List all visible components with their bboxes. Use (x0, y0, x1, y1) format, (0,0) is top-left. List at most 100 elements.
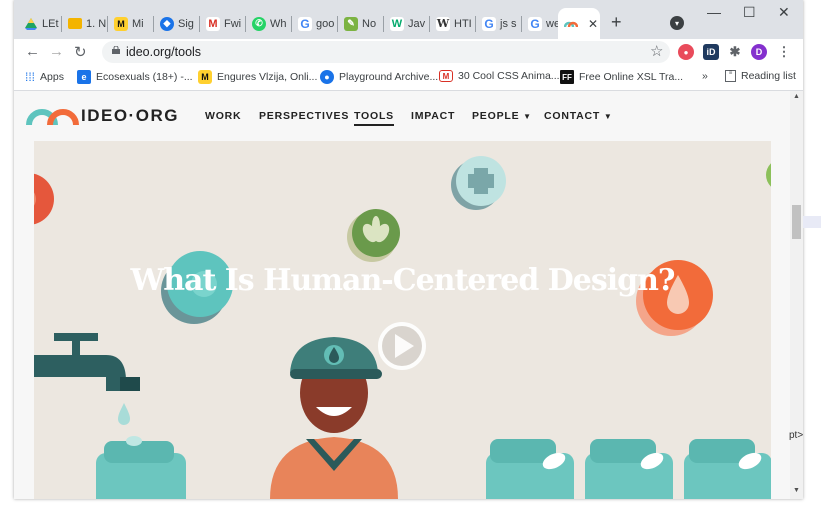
bookmark-4-label: Free Online XSL Tra... (579, 71, 684, 83)
water-jerrycan-left (96, 436, 186, 499)
decor-circle-green (766, 163, 771, 187)
bookmark-1-label: Engures Vlzija, Onli... (217, 71, 318, 83)
tab-0[interactable]: LEt (18, 8, 62, 39)
e-icon: e (77, 70, 91, 84)
tab-search-icon[interactable]: ▾ (670, 16, 684, 30)
hero-illustration (34, 156, 771, 499)
tab-2[interactable]: M Mi (108, 8, 154, 39)
gmail-icon: M (206, 16, 220, 31)
tab-6[interactable]: G goo (292, 8, 338, 39)
nav-contact-label: CONTACT (544, 110, 601, 122)
extension-id-icon[interactable]: iD (703, 44, 719, 60)
signin-icon: ◆ (160, 16, 174, 31)
google-icon: G (298, 16, 312, 31)
tab-10[interactable]: G js s (476, 8, 522, 39)
close-window-icon[interactable]: ✕ (778, 4, 790, 21)
tab-strip: LEt 1. N M Mi ◆ Sig M Fwi ✆ Wh G goo ✎ N… (14, 0, 803, 39)
water-jerrycan-1 (486, 439, 574, 499)
bookmark-4[interactable]: FF Free Online XSL Tra... (560, 70, 683, 84)
more-chevron-label: » (702, 70, 708, 82)
bookmark-2[interactable]: ● Playground Archive... (320, 70, 438, 84)
ideo-icon (564, 21, 578, 27)
scroll-down-icon[interactable]: ▼ (793, 487, 800, 494)
bookmark-3[interactable]: M 30 Cool CSS Anima... (439, 70, 560, 82)
tab-6-label: goo (316, 17, 335, 30)
tab-2-label: Mi (132, 17, 144, 30)
tab-8[interactable]: W Jav (384, 8, 430, 39)
bookmarks-bar: ⁞⁞⁞ Apps e Ecosexuals (18+) -... M Engur… (14, 66, 803, 91)
tab-5[interactable]: ✆ Wh (246, 8, 292, 39)
tab-4-label: Fwi (224, 17, 242, 30)
chevron-down-icon: ▼ (523, 112, 532, 121)
nav-tools[interactable]: TOOLS (354, 110, 394, 126)
tab-7-label: No (362, 17, 377, 30)
browser-window: LEt 1. N M Mi ◆ Sig M Fwi ✆ Wh G goo ✎ N… (14, 0, 803, 499)
minimize-icon[interactable]: — (707, 4, 721, 20)
nav-work[interactable]: WORK (205, 110, 241, 122)
url-text: ideo.org/tools (126, 45, 202, 59)
nav-people-label: PEOPLE (472, 110, 520, 122)
ff-icon: FF (560, 70, 574, 84)
wikipedia-icon: W (436, 16, 450, 31)
extension-red-icon[interactable]: ● (678, 44, 694, 60)
nav-people[interactable]: PEOPLE ▼ (472, 110, 532, 122)
mail-icon: M (439, 70, 453, 82)
scroll-up-icon[interactable]: ▲ (793, 93, 800, 100)
address-bar[interactable]: ideo.org/tools ☆ (102, 41, 670, 63)
hero-video[interactable]: What Is Human-Centered Design? (34, 141, 771, 499)
tab-5-label: Wh (270, 17, 287, 30)
tab-1[interactable]: 1. N (62, 8, 108, 39)
play-button-icon (378, 322, 426, 370)
nav-contact[interactable]: CONTACT ▼ (544, 110, 613, 122)
bookmark-apps-label: Apps (40, 71, 64, 83)
forward-icon[interactable]: → (49, 43, 64, 60)
reading-list[interactable]: ≡ Reading list (725, 70, 796, 82)
chevron-down-icon: ▼ (603, 112, 613, 121)
miro-icon: M (198, 70, 212, 84)
back-icon[interactable]: ← (25, 43, 40, 60)
tab-9[interactable]: W HTI (430, 8, 476, 39)
nav-perspectives[interactable]: PERSPECTIVES (259, 110, 349, 122)
bookmark-0[interactable]: e Ecosexuals (18+) -... (77, 70, 193, 84)
drop-icon: ● (320, 70, 334, 84)
tab-11[interactable]: G we (522, 8, 558, 39)
profile-avatar[interactable]: D (751, 44, 767, 60)
menu-kebab-icon[interactable]: ⋮ (776, 44, 792, 60)
tab-3[interactable]: ◆ Sig (154, 8, 200, 39)
bookmark-3-label: 30 Cool CSS Anima... (458, 70, 560, 82)
scrollbar-thumb[interactable] (792, 205, 801, 239)
maximize-icon[interactable]: ☐ (743, 4, 756, 21)
new-tab-button[interactable]: + (611, 12, 622, 33)
bookmark-apps[interactable]: ⁞⁞⁞ Apps (25, 70, 64, 84)
nav-impact[interactable]: IMPACT (411, 110, 455, 122)
reading-list-label: Reading list (741, 70, 796, 82)
apps-grid-icon: ⁞⁞⁞ (25, 70, 36, 84)
reload-icon[interactable]: ↻ (74, 43, 87, 61)
hero-title: What Is Human-Centered Design? (130, 263, 676, 298)
leaf-icon (347, 209, 400, 262)
tab-7[interactable]: ✎ No (338, 8, 384, 39)
slides-icon (68, 18, 82, 29)
bookmark-star-icon[interactable]: ☆ (650, 42, 663, 60)
notes-icon: ✎ (344, 16, 358, 31)
extensions-puzzle-icon[interactable]: ✱ (727, 44, 743, 60)
bookmark-0-label: Ecosexuals (18+) -... (96, 71, 193, 83)
site-logo-text[interactable]: IDEO·ORG (81, 106, 179, 126)
water-jerrycan-3 (684, 439, 771, 499)
ideo-logo-icon[interactable] (26, 104, 80, 126)
reading-list-icon: ≡ (725, 70, 736, 82)
faucet-illustration (34, 333, 140, 425)
bookmarks-more[interactable]: » (702, 70, 708, 82)
w3-icon: W (390, 16, 404, 31)
close-tab-icon[interactable]: ✕ (588, 17, 598, 31)
lock-icon (112, 46, 120, 54)
tab-4[interactable]: M Fwi (200, 8, 246, 39)
whatsapp-icon: ✆ (252, 16, 266, 31)
tab-9-label: HTI (454, 17, 472, 30)
bookmark-2-label: Playground Archive... (339, 71, 439, 83)
background-window-strip (803, 216, 821, 228)
tab-3-label: Sig (178, 17, 194, 30)
tab-0-label: LEt (42, 17, 59, 30)
tab-active-ideo[interactable]: ✕ (558, 8, 600, 39)
bookmark-1[interactable]: M Engures Vlzija, Onli... (198, 70, 317, 84)
